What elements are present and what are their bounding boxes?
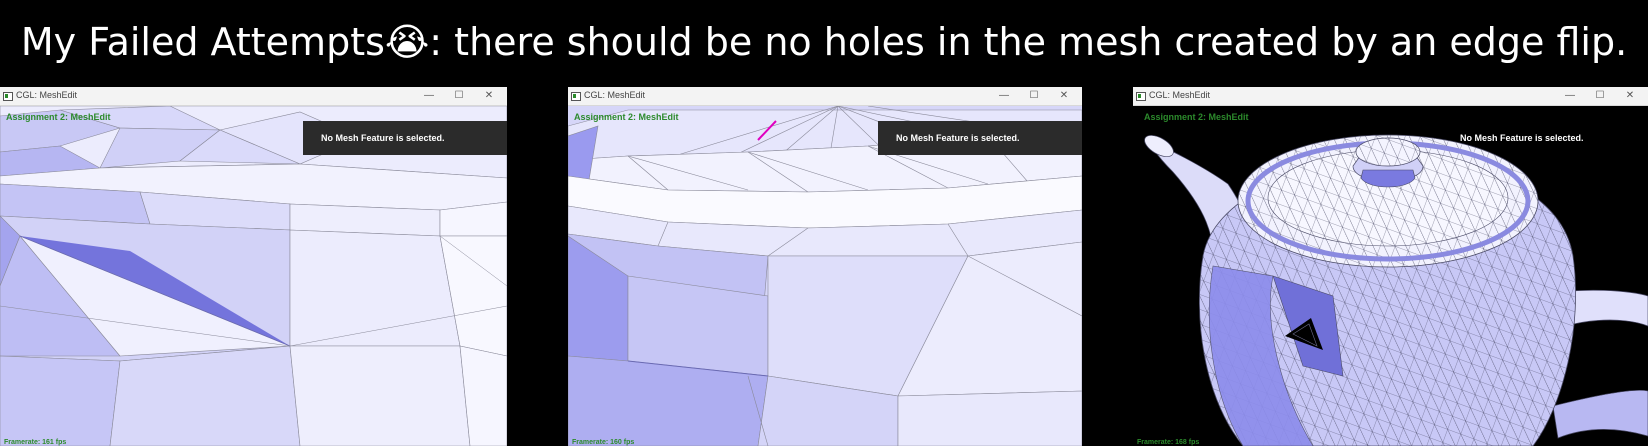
window-title: CGL: MeshEdit — [16, 90, 78, 100]
meshedit-window-3[interactable]: CGL: MeshEdit — ☐ ✕ Assignment 2: MeshEd… — [1133, 87, 1648, 446]
window-titlebar[interactable]: CGL: MeshEdit — ☐ ✕ — [1133, 87, 1648, 106]
framerate-readout: Framerate: 168 fps — [1137, 439, 1200, 446]
app-label: Assignment 2: MeshEdit — [574, 112, 679, 122]
maximize-icon[interactable]: ☐ — [1586, 88, 1614, 104]
crying-face-emoji: 😭 — [384, 20, 430, 64]
framerate-readout: Framerate: 160 fps — [572, 439, 635, 446]
minimize-icon[interactable]: — — [1556, 88, 1584, 104]
teapot-mesh-closeup[interactable] — [568, 106, 1082, 446]
mesh-viewport[interactable]: Assignment 2: MeshEdit No Mesh Feature i… — [568, 106, 1082, 446]
selection-status-text: No Mesh Feature is selected. — [896, 133, 1020, 143]
selection-info-panel: No Mesh Feature is selected. — [878, 121, 1082, 155]
close-icon[interactable]: ✕ — [1050, 88, 1078, 104]
meshedit-window-2[interactable]: CGL: MeshEdit — ☐ ✕ Assignment 2: MeshEd… — [568, 87, 1082, 446]
mesh-viewport[interactable]: Assignment 2: MeshEdit No Mesh Feature i… — [0, 106, 507, 446]
minimize-icon[interactable]: — — [990, 88, 1018, 104]
framerate-readout: Framerate: 161 fps — [4, 439, 67, 446]
maximize-icon[interactable]: ☐ — [1020, 88, 1048, 104]
maximize-icon[interactable]: ☐ — [445, 88, 473, 104]
window-titlebar[interactable]: CGL: MeshEdit — ☐ ✕ — [568, 87, 1082, 106]
close-icon[interactable]: ✕ — [1616, 88, 1644, 104]
teapot-mesh-model[interactable] — [1133, 106, 1648, 446]
mesh-viewport[interactable]: Assignment 2: MeshEdit No Mesh Feature i… — [1133, 106, 1648, 446]
page-heading: My Failed Attempts😭: there should be no … — [0, 14, 1648, 70]
selection-status-text: No Mesh Feature is selected. — [1460, 133, 1584, 143]
app-label: Assignment 2: MeshEdit — [6, 112, 111, 122]
app-icon — [3, 92, 13, 101]
heading-text-rest: : there should be no holes in the mesh c… — [429, 20, 1628, 64]
window-title: CGL: MeshEdit — [584, 90, 646, 100]
close-icon[interactable]: ✕ — [475, 88, 503, 104]
selection-status-text: No Mesh Feature is selected. — [321, 133, 445, 143]
window-title: CGL: MeshEdit — [1149, 90, 1211, 100]
meshedit-window-1[interactable]: CGL: MeshEdit — ☐ ✕ Assignment 2: MeshEd… — [0, 87, 507, 446]
heading-text: My Failed Attempts — [20, 20, 385, 64]
selection-info-panel: No Mesh Feature is selected. — [1442, 121, 1646, 155]
window-titlebar[interactable]: CGL: MeshEdit — ☐ ✕ — [0, 87, 507, 106]
app-icon — [1136, 92, 1146, 101]
minimize-icon[interactable]: — — [415, 88, 443, 104]
teapot-mesh-closeup[interactable] — [0, 106, 507, 446]
selection-info-panel: No Mesh Feature is selected. — [303, 121, 507, 155]
app-label: Assignment 2: MeshEdit — [1144, 112, 1249, 122]
app-icon — [571, 92, 581, 101]
